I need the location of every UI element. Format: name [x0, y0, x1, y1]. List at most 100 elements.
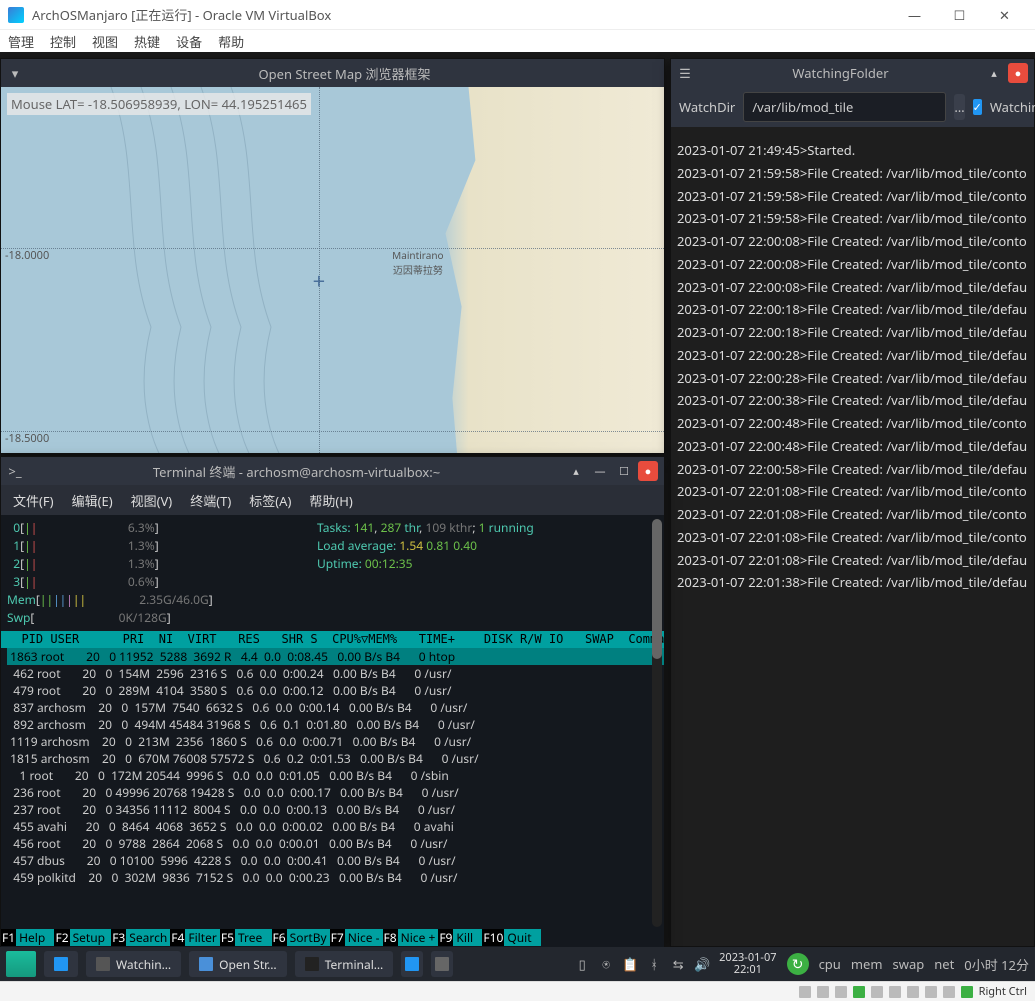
monitor-uptime[interactable]: 0小时 12分 [964, 955, 1029, 974]
wf-log-line: 2023-01-07 21:59:58>File Created: /var/l… [677, 185, 1028, 208]
lat-label-1: -18.0000 [5, 248, 49, 263]
monitor-mem[interactable]: mem [851, 955, 883, 973]
vb-menu-view[interactable]: 视图 [92, 32, 118, 51]
monitor-cpu[interactable]: cpu [819, 955, 841, 973]
term-menu-view[interactable]: 视图(V) [131, 491, 173, 510]
updates-icon[interactable]: ↻ [787, 953, 809, 975]
vb-menu-control[interactable]: 控制 [50, 32, 76, 51]
wf-titlebar[interactable]: ☰ WatchingFolder ▴ ● [671, 59, 1034, 87]
browse-button[interactable]: … [954, 94, 964, 120]
monitor-net[interactable]: net [934, 955, 954, 973]
vb-mouse-icon[interactable] [961, 986, 973, 998]
scrollbar-thumb[interactable] [652, 519, 662, 659]
term-minimize-button[interactable]: — [590, 461, 610, 481]
vm-desktop: ▾ Open Street Map 浏览器框架 Mouse LAT= -18.5… [0, 52, 1035, 981]
htop-process-row[interactable]: 1815 archosm 20 0 670M 76008 57572 S 0.6… [7, 750, 664, 767]
term-menu-file[interactable]: 文件(F) [13, 491, 54, 510]
city-label: Maintirano 迈因蒂拉努 [392, 248, 443, 277]
htop-process-row[interactable]: 1863 root 20 0 11952 5288 3692 R 4.4 0.0… [7, 648, 664, 665]
kde-taskbar: Watchin… Open Str… Terminal… ▯ ⍟ 📋 ᚼ ⇆ 🔊… [0, 947, 1035, 981]
taskbar-clock[interactable]: 2023-01-07 22:01 [719, 952, 776, 976]
osm-titlebar[interactable]: ▾ Open Street Map 浏览器框架 [1, 59, 664, 87]
term-rollup-button[interactable]: ▴ [566, 461, 586, 481]
show-desktop-button[interactable] [44, 951, 78, 977]
wf-log-line: 2023-01-07 22:01:08>File Created: /var/l… [677, 503, 1028, 526]
wf-close-button[interactable]: ● [1008, 63, 1028, 83]
vb-shared-folder-icon[interactable] [889, 986, 901, 998]
vb-maximize-button[interactable]: ☐ [937, 0, 982, 30]
vb-menu-manage[interactable]: 管理 [8, 32, 34, 51]
osm-map-canvas[interactable]: Mouse LAT= -18.506958939, LON= 44.195251… [1, 87, 664, 453]
task-watchingfolder[interactable]: Watchin… [86, 951, 181, 977]
term-body[interactable]: 0[|| 6.3%] 1[|| 1.3%] 2[|| 1.3%] 3[|| 0.… [1, 515, 664, 947]
terminal-scrollbar[interactable] [652, 519, 662, 927]
city-name-en: Maintirano [392, 248, 443, 262]
watchdir-label: WatchDir [679, 98, 735, 116]
network-icon[interactable]: ⇆ [671, 957, 685, 971]
wf-log-line: 2023-01-07 22:00:28>File Created: /var/l… [677, 344, 1028, 367]
vb-hdd-icon[interactable] [799, 986, 811, 998]
term-menu-help[interactable]: 帮助(H) [309, 491, 352, 510]
system-tray: ▯ ⍟ 📋 ᚼ ⇆ 🔊 2023-01-07 22:01 ↻ cpu mem s… [575, 952, 1029, 976]
mouse-coords-label: Mouse LAT= -18.506958939, LON= 44.195251… [7, 93, 311, 115]
watching-checkbox[interactable]: ✓ [973, 99, 982, 115]
htop-process-row[interactable]: 457 dbus 20 0 10100 5996 4228 S 0.0 0.0 … [7, 852, 664, 869]
task-openstreetmap[interactable]: Open Str… [189, 951, 287, 977]
htop-process-row[interactable]: 462 root 20 0 154M 2596 2316 S 0.6 0.0 0… [7, 665, 664, 682]
htop-columns-header[interactable]: PID USER PRI NI VIRT RES SHR S CPU%▽MEM%… [1, 631, 664, 648]
term-close-button[interactable]: ● [638, 461, 658, 481]
term-menu-tabs[interactable]: 标签(A) [249, 491, 291, 510]
vb-recording-icon[interactable] [925, 986, 937, 998]
wf-minimize-button[interactable]: ▴ [984, 63, 1004, 83]
task-filemanager[interactable] [401, 951, 423, 977]
shield-icon[interactable]: ⍟ [599, 957, 613, 971]
vb-display-icon[interactable] [907, 986, 919, 998]
task-app2[interactable] [431, 951, 453, 977]
htop-process-row[interactable]: 1 root 20 0 172M 20544 9996 S 0.0 0.0 0:… [7, 767, 664, 784]
app-menu-icon[interactable]: ▾ [7, 65, 23, 81]
terminal-window: >_ Terminal 终端 - archosm@archosm-virtual… [0, 456, 665, 948]
term-title: Terminal 终端 - archosm@archosm-virtualbox… [31, 462, 562, 481]
htop-process-row[interactable]: 479 root 20 0 289M 4104 3580 S 0.6 0.0 0… [7, 682, 664, 699]
htop-process-row[interactable]: 456 root 20 0 9788 2864 2068 S 0.0 0.0 0… [7, 835, 664, 852]
term-titlebar[interactable]: >_ Terminal 终端 - archosm@archosm-virtual… [1, 457, 664, 485]
vb-optical-icon[interactable] [817, 986, 829, 998]
htop-process-row[interactable]: 892 archosm 20 0 494M 45484 31968 S 0.6 … [7, 716, 664, 733]
term-menu-terminal[interactable]: 终端(T) [190, 491, 231, 510]
monitor-swap[interactable]: swap [893, 955, 925, 973]
vb-titlebar: ArchOSManjaro [正在运行] - Oracle VM Virtual… [0, 0, 1035, 30]
htop-process-row[interactable]: 837 archosm 20 0 157M 7540 6632 S 0.6 0.… [7, 699, 664, 716]
vb-minimize-button[interactable]: — [892, 0, 937, 30]
vb-usb-icon[interactable] [871, 986, 883, 998]
vb-menu-devices[interactable]: 设备 [176, 32, 202, 51]
clipboard-icon[interactable]: 📋 [623, 957, 637, 971]
htop-process-list[interactable]: 1863 root 20 0 11952 5288 3692 R 4.4 0.0… [1, 648, 664, 886]
wf-log-line: 2023-01-07 22:00:08>File Created: /var/l… [677, 276, 1028, 299]
htop-process-row[interactable]: 236 root 20 0 49996 20768 19428 S 0.0 0.… [7, 784, 664, 801]
wf-log-line: 2023-01-07 22:00:08>File Created: /var/l… [677, 230, 1028, 253]
task-terminal[interactable]: Terminal… [295, 951, 394, 977]
htop-process-row[interactable]: 455 avahi 20 0 8464 4068 3652 S 0.0 0.0 … [7, 818, 664, 835]
term-menubar: 文件(F) 编辑(E) 视图(V) 终端(T) 标签(A) 帮助(H) [1, 485, 664, 515]
crosshair-icon: + [313, 266, 326, 296]
watchdir-input[interactable] [743, 92, 946, 122]
htop-process-row[interactable]: 237 root 20 0 34356 11112 8004 S 0.0 0.0… [7, 801, 664, 818]
vb-menu-help[interactable]: 帮助 [218, 32, 244, 51]
application-launcher[interactable] [6, 951, 36, 977]
wf-log-line: 2023-01-07 22:01:08>File Created: /var/l… [677, 526, 1028, 549]
vb-network-icon[interactable] [853, 986, 865, 998]
vb-cpu-icon[interactable] [943, 986, 955, 998]
vb-audio-icon[interactable] [835, 986, 847, 998]
vb-menu-hotkeys[interactable]: 热键 [134, 32, 160, 51]
vb-close-button[interactable]: ✕ [982, 0, 1027, 30]
volume-icon[interactable]: 🔊 [695, 957, 709, 971]
term-maximize-button[interactable]: ☐ [614, 461, 634, 481]
term-menu-edit[interactable]: 编辑(E) [72, 491, 113, 510]
bluetooth-icon[interactable]: ᚼ [647, 957, 661, 971]
htop-process-row[interactable]: 459 polkitd 20 0 302M 9836 7152 S 0.0 0.… [7, 869, 664, 886]
htop-function-bar[interactable]: F1Help F2Setup F3SearchF4FilterF5Tree F6… [1, 929, 664, 947]
wf-log-line: 2023-01-07 22:00:08>File Created: /var/l… [677, 253, 1028, 276]
battery-icon[interactable]: ▯ [575, 957, 589, 971]
wf-log-list[interactable]: 2023-01-07 21:49:45>Started.2023-01-07 2… [671, 127, 1034, 946]
htop-process-row[interactable]: 1119 archosm 20 0 213M 2356 1860 S 0.6 0… [7, 733, 664, 750]
